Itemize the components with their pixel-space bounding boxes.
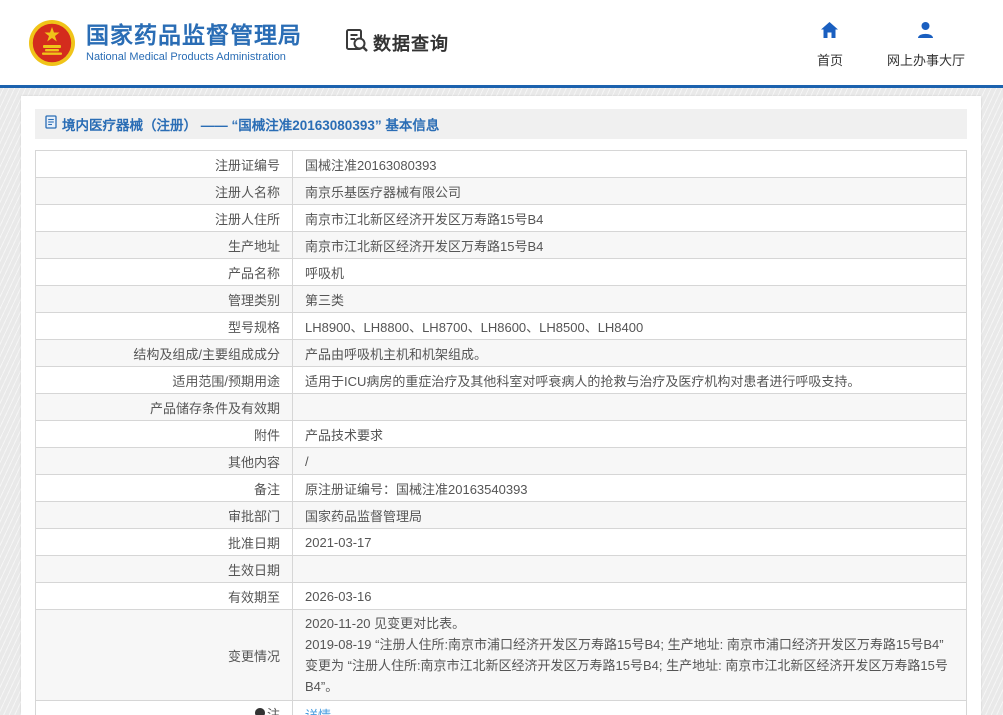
table-row: 备注 原注册证编号：国械注准20163540393 bbox=[35, 474, 967, 502]
content-card: 境内医疗器械（注册） —— “国械注准20163080393” 基本信息 注册证… bbox=[21, 96, 981, 715]
row-label: 备注 bbox=[35, 474, 293, 502]
pin-icon bbox=[254, 708, 265, 715]
table-row: 变更情况 2020-11-20 见变更对比表。 2019-08-19 “注册人住所:… bbox=[35, 609, 967, 701]
row-value: 南京乐基医疗器械有限公司 bbox=[292, 177, 967, 205]
org-name-en: National Medical Products Administration bbox=[86, 51, 286, 63]
row-value: 原注册证编号：国械注准20163540393 bbox=[292, 474, 967, 502]
national-emblem-logo[interactable] bbox=[28, 19, 76, 67]
nav-home[interactable]: 首页 bbox=[817, 21, 843, 69]
row-label: 型号规格 bbox=[35, 312, 293, 340]
row-value-line: 2020-11-20 见变更对比表。 bbox=[305, 616, 466, 631]
home-icon bbox=[820, 21, 839, 45]
header-nav: 首页 网上办事大厅 bbox=[817, 21, 965, 69]
row-label: 注册人住所 bbox=[35, 204, 293, 232]
nav-online-hall-label: 网上办事大厅 bbox=[886, 52, 965, 68]
table-row: 批准日期 2021-03-17 bbox=[35, 528, 967, 556]
site-header: 国家药品监督管理局 National Medical Products Admi… bbox=[0, 0, 1003, 85]
nav-home-label: 首页 bbox=[816, 52, 843, 68]
table-row: 审批部门 国家药品监督管理局 bbox=[35, 501, 967, 529]
detail-link[interactable]: 详情 bbox=[305, 708, 331, 715]
row-label: 产品储存条件及有效期 bbox=[35, 393, 293, 421]
table-row: 生产地址 南京市江北新区经济开发区万寿路15号B4 bbox=[35, 231, 967, 259]
table-row: 适用范围/预期用途 适用于ICU病房的重症治疗及其他科室对呼衰病人的抢救与治疗及医… bbox=[35, 366, 967, 394]
row-value bbox=[292, 555, 967, 583]
table-row: 注详情 bbox=[35, 700, 967, 715]
table-row: 产品名称 呼吸机 bbox=[35, 258, 967, 286]
row-value bbox=[292, 393, 967, 421]
row-value: 2021-03-17 bbox=[292, 528, 967, 556]
row-label: 注册人名称 bbox=[35, 177, 293, 205]
table-row: 型号规格 LH8900、LH8800、LH8700、LH8600、LH8500、L… bbox=[35, 312, 967, 340]
table-row: 附件 产品技术要求 bbox=[35, 420, 967, 448]
row-label: 生效日期 bbox=[35, 555, 293, 583]
table-row: 生效日期 bbox=[35, 555, 967, 583]
row-value: 适用于ICU病房的重症治疗及其他科室对呼衰病人的抢救与治疗及医疗机构对患者进行呼… bbox=[292, 366, 967, 394]
table-row: 结构及组成/主要组成成分 产品由呼吸机主机和机架组成。 bbox=[35, 339, 967, 367]
row-label: 管理类别 bbox=[35, 285, 293, 313]
row-value-line: 2019-08-19 “注册人住所:南京市浦口经济开发区万寿路15号B4; 生产… bbox=[305, 637, 948, 694]
row-value: 国械注准20163080393 bbox=[292, 150, 967, 178]
info-table: 注册证编号 国械注准20163080393 注册人名称 南京乐基医疗器械有限公司 注册人… bbox=[35, 150, 967, 715]
table-row: 管理类别 第三类 bbox=[35, 285, 967, 313]
document-icon bbox=[45, 114, 57, 134]
nav-online-hall[interactable]: 网上办事大厅 bbox=[887, 21, 965, 69]
row-label: 适用范围/预期用途 bbox=[35, 366, 293, 394]
table-row: 其他内容 / bbox=[35, 447, 967, 475]
info-table-body: 注册证编号 国械注准20163080393 注册人名称 南京乐基医疗器械有限公司 注册人… bbox=[35, 150, 967, 715]
row-label: 注 bbox=[35, 700, 293, 715]
row-label: 产品名称 bbox=[35, 258, 293, 286]
row-value: 产品技术要求 bbox=[292, 420, 967, 448]
page-title-bar: 境内医疗器械（注册） —— “国械注准20163080393” 基本信息 bbox=[35, 109, 967, 139]
row-value: 国家药品监督管理局 bbox=[292, 501, 967, 529]
row-label: 审批部门 bbox=[35, 501, 293, 529]
row-value: 2020-11-20 见变更对比表。 2019-08-19 “注册人住所:南京市浦… bbox=[292, 609, 967, 701]
row-value: 呼吸机 bbox=[292, 258, 967, 286]
table-row: 注册人名称 南京乐基医疗器械有限公司 bbox=[35, 177, 967, 205]
nav-data-query[interactable]: 数据查询 bbox=[344, 28, 449, 58]
row-value: 2026-03-16 bbox=[292, 582, 967, 610]
table-row: 有效期至 2026-03-16 bbox=[35, 582, 967, 610]
row-label: 其他内容 bbox=[35, 447, 293, 475]
row-label: 批准日期 bbox=[35, 528, 293, 556]
table-row: 注册人住所 南京市江北新区经济开发区万寿路15号B4 bbox=[35, 204, 967, 232]
row-value: 产品由呼吸机主机和机架组成。 bbox=[292, 339, 967, 367]
row-label: 变更情况 bbox=[35, 609, 293, 701]
row-value: 详情 bbox=[292, 700, 967, 715]
row-label: 注册证编号 bbox=[35, 150, 293, 178]
row-value: LH8900、LH8800、LH8700、LH8600、LH8500、LH840… bbox=[292, 312, 967, 340]
row-value: 第三类 bbox=[292, 285, 967, 313]
row-value: 南京市江北新区经济开发区万寿路15号B4 bbox=[292, 204, 967, 232]
data-query-label: 数据查询 bbox=[373, 33, 449, 54]
header-divider bbox=[0, 85, 1003, 88]
org-title-block: 国家药品监督管理局 National Medical Products Admi… bbox=[86, 22, 302, 63]
org-name-zh: 国家药品监督管理局 bbox=[86, 22, 302, 48]
table-row: 产品储存条件及有效期 bbox=[35, 393, 967, 421]
row-label: 有效期至 bbox=[35, 582, 293, 610]
row-value: 南京市江北新区经济开发区万寿路15号B4 bbox=[292, 231, 967, 259]
person-icon bbox=[916, 21, 935, 45]
row-label: 结构及组成/主要组成成分 bbox=[35, 339, 293, 367]
row-label: 生产地址 bbox=[35, 231, 293, 259]
data-query-icon bbox=[344, 28, 369, 58]
row-value: / bbox=[292, 447, 967, 475]
row-label: 附件 bbox=[35, 420, 293, 448]
table-row: 注册证编号 国械注准20163080393 bbox=[35, 150, 967, 178]
page-title: 境内医疗器械（注册） —— “国械注准20163080393” 基本信息 bbox=[62, 118, 440, 133]
